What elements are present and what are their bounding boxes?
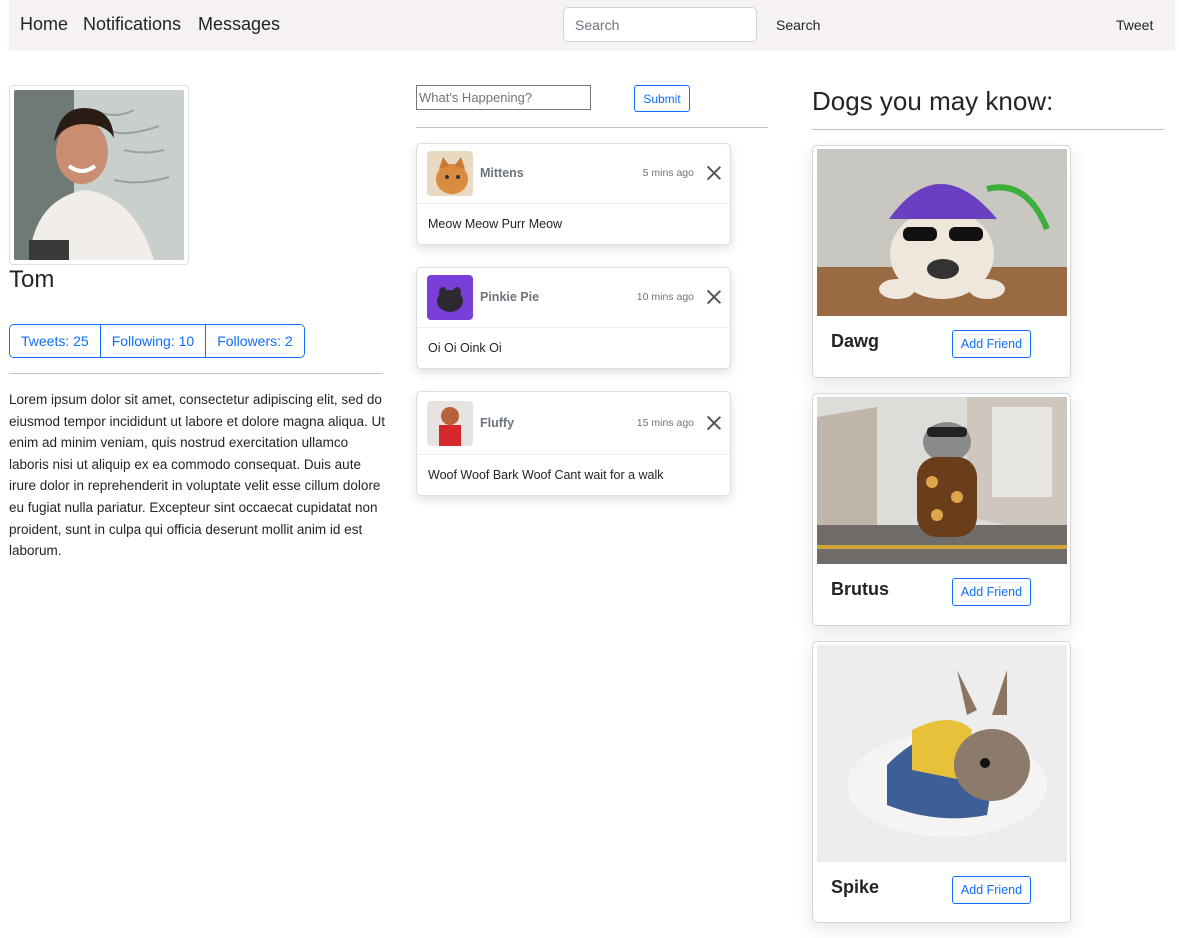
profile-avatar <box>9 85 189 265</box>
tweet-avatar <box>427 401 473 446</box>
suggestion-card: Dawg Add Friend <box>812 145 1071 378</box>
close-icon[interactable] <box>706 165 722 181</box>
tweet-timestamp: 15 mins ago <box>636 417 694 429</box>
dog-name: Brutus <box>831 579 889 599</box>
dog-photo <box>817 645 1067 862</box>
tweet-text: Oi Oi Oink Oi <box>428 341 502 355</box>
following-count-button[interactable]: Following: 10 <box>100 325 207 357</box>
tweet-header: Fluffy 15 mins ago <box>417 392 730 455</box>
profile-photo <box>14 90 184 260</box>
tweet-author: Mittens <box>480 166 524 180</box>
profile-stats-group: Tweets: 25 Following: 10 Followers: 2 <box>9 324 305 358</box>
nav-notifications-link[interactable]: Notifications <box>83 14 181 35</box>
add-friend-button[interactable]: Add Friend <box>952 578 1031 606</box>
search-button[interactable]: Search <box>776 17 820 33</box>
suggestion-card: Spike Add Friend <box>812 641 1071 923</box>
close-icon[interactable] <box>706 289 722 305</box>
tweet-timestamp: 10 mins ago <box>636 291 694 303</box>
tweet-card: Pinkie Pie 10 mins ago Oi Oi Oink Oi <box>416 267 731 369</box>
tweet-avatar <box>427 275 473 320</box>
followers-count-button[interactable]: Followers: 2 <box>206 325 304 357</box>
search-input[interactable] <box>563 7 757 42</box>
tweet-author: Pinkie Pie <box>480 290 540 304</box>
dog-name: Dawg <box>831 331 880 351</box>
nav-home-link[interactable]: Home <box>20 14 68 35</box>
tweet-header: Pinkie Pie 10 mins ago <box>417 268 730 328</box>
nav-messages-link[interactable]: Messages <box>198 14 280 35</box>
tweet-avatar <box>427 151 473 196</box>
tweet-timestamp: 5 mins ago <box>642 167 694 179</box>
add-friend-button[interactable]: Add Friend <box>952 876 1031 904</box>
submit-tweet-button[interactable]: Submit <box>634 85 690 112</box>
close-icon[interactable] <box>706 415 722 431</box>
dog-name: Spike <box>831 877 880 897</box>
top-navbar: Home Notifications Messages Search Tweet <box>9 0 1175 51</box>
divider <box>416 127 768 128</box>
tweet-header: Mittens 5 mins ago <box>417 144 730 204</box>
tweet-card: Mittens 5 mins ago Meow Meow Purr Meow <box>416 143 731 245</box>
add-friend-button[interactable]: Add Friend <box>952 330 1031 358</box>
divider <box>9 373 383 374</box>
profile-name: Tom <box>9 266 55 293</box>
suggestion-card: Brutus Add Friend <box>812 393 1071 626</box>
profile-bio: Lorem ipsum dolor sit amet, consectetur … <box>9 392 385 559</box>
tweet-card: Fluffy 15 mins ago Woof Woof Bark Woof C… <box>416 391 731 496</box>
tweet-compose-input[interactable] <box>416 85 591 110</box>
tweet-button[interactable]: Tweet <box>1116 17 1153 33</box>
tweet-text: Woof Woof Bark Woof Cant wait for a walk <box>428 468 664 482</box>
dog-photo <box>817 397 1067 564</box>
dog-photo <box>817 149 1067 316</box>
tweet-author: Fluffy <box>480 416 515 430</box>
divider <box>812 129 1164 130</box>
suggestions-title: Dogs you may know: <box>812 86 1054 116</box>
tweets-count-button[interactable]: Tweets: 25 <box>10 325 101 357</box>
tweet-text: Meow Meow Purr Meow <box>428 217 563 231</box>
